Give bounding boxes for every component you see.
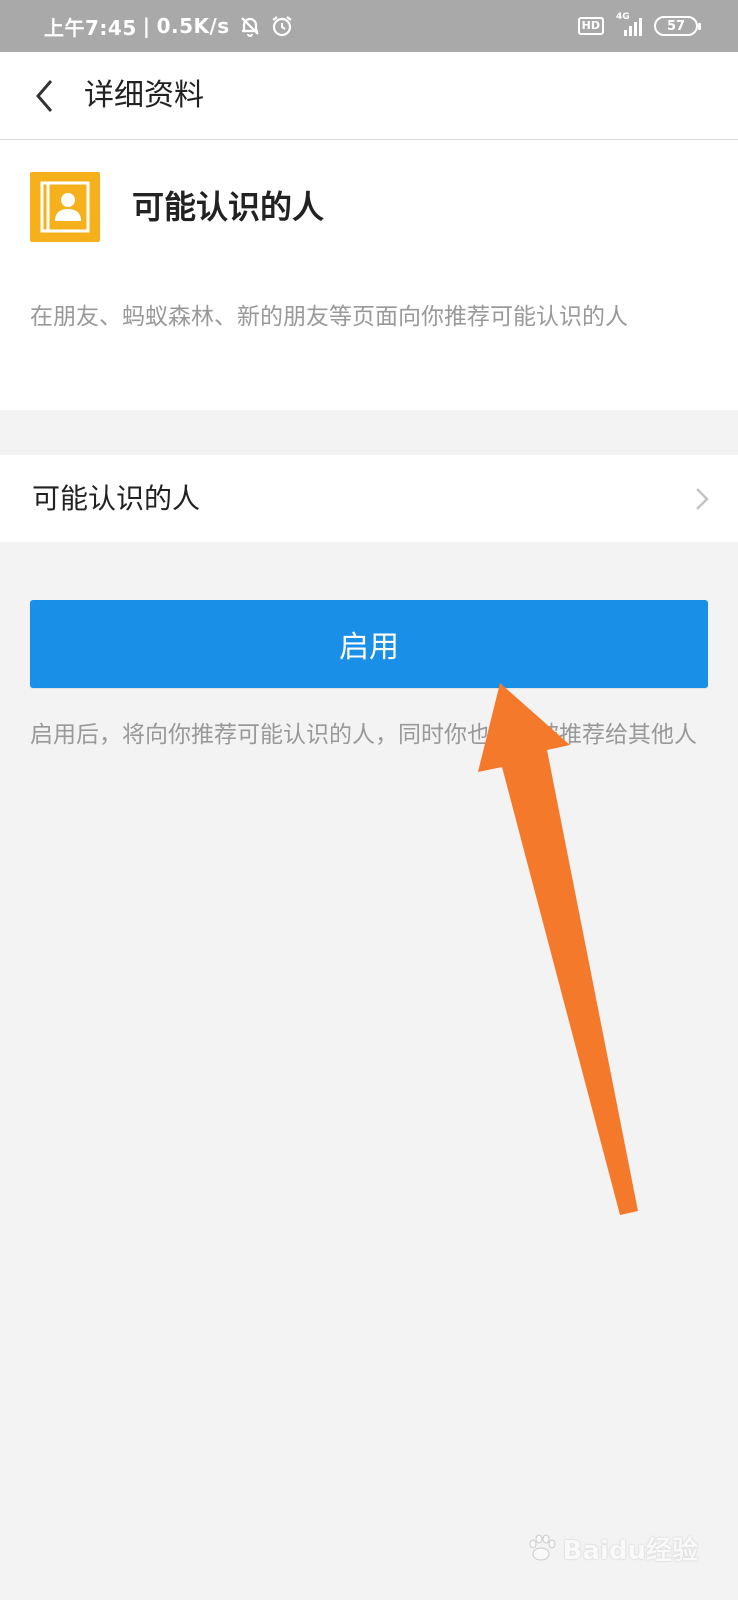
status-bar: 上午7:45 | 0.5K/s HD 4G 57 [0,0,738,52]
feature-header-card: 可能认识的人 在朋友、蚂蚁森林、新的朋友等页面向你推荐可能认识的人 [0,140,738,410]
contacts-book-icon [30,172,100,242]
alarm-icon [270,14,294,38]
status-separator: | [142,14,151,38]
battery-level: 57 [666,18,686,34]
watermark-text: Baidu经验 [562,1535,698,1566]
paw-logo-icon [529,1534,556,1561]
enable-button[interactable]: 启用 [30,600,708,688]
baidu-watermark: Baidu经验 [525,1528,698,1568]
network-type: 4G [616,12,630,22]
signal-icon: 4G [616,12,642,36]
back-button[interactable] [22,74,66,118]
nav-bar: 详细资料 [0,52,738,140]
status-net-speed: 0.5K/s [156,14,230,38]
feature-title: 可能认识的人 [132,188,325,226]
chevron-left-icon [36,80,53,112]
status-time: 上午7:45 [44,15,137,40]
chevron-right-icon [696,488,709,510]
page-title: 详细资料 [84,78,204,113]
settings-row-people-you-may-know[interactable]: 可能认识的人 [0,455,738,542]
status-right: HD 4G 57 [577,0,701,52]
settings-row-label: 可能认识的人 [32,482,201,515]
hd-badge: HD [577,17,604,35]
enable-button-label: 启用 [339,630,399,665]
status-left: 上午7:45 | 0.5K/s [44,0,294,52]
enable-note: 启用后，将向你推荐可能认识的人，同时你也可能被推荐给其他人 [30,722,697,748]
feature-description: 在朋友、蚂蚁森林、新的朋友等页面向你推荐可能认识的人 [30,304,628,330]
battery-icon: 57 [654,16,701,36]
bell-off-icon [238,14,262,38]
